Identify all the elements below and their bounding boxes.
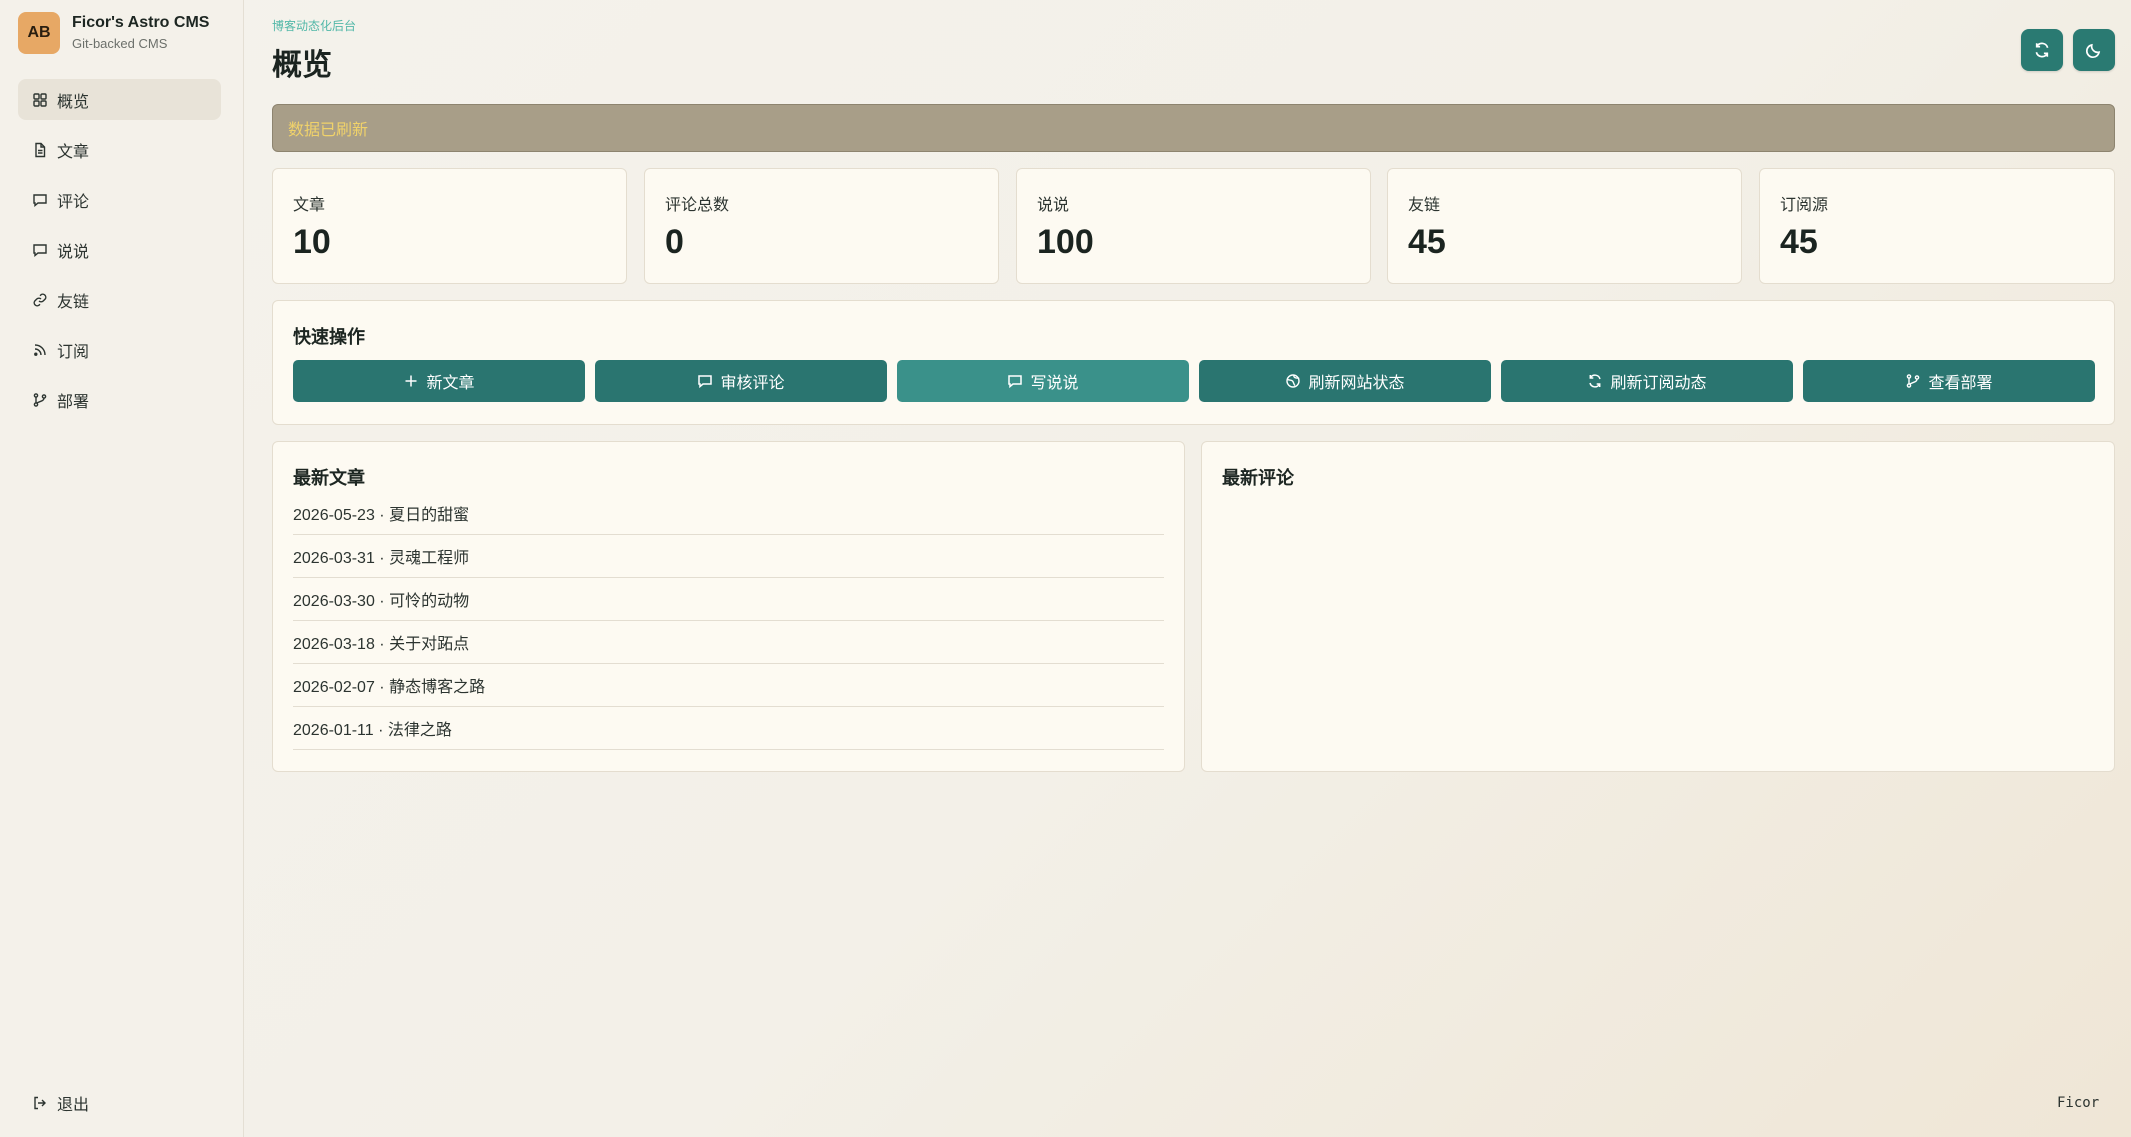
- sidebar-item-label: 文章: [57, 143, 90, 161]
- globe-icon: [1286, 374, 1301, 388]
- list-item[interactable]: 2026-02-07 · 静态博客之路: [293, 664, 1164, 707]
- stat-card-comments: 评论总数 0: [644, 168, 999, 284]
- logout-icon: [34, 1096, 46, 1109]
- logout-label: 退出: [57, 1096, 90, 1114]
- sidebar-item-moments[interactable]: 说说: [18, 229, 221, 270]
- latest-comments-title: 最新评论: [1222, 468, 1294, 488]
- git-branch-icon: [1907, 374, 1920, 388]
- stat-label: 友链: [1408, 197, 1441, 214]
- page-eyebrow: 博客动态化后台: [272, 19, 357, 33]
- stat-label: 订阅源: [1780, 197, 1829, 214]
- stat-value: 10: [293, 223, 331, 261]
- quick-actions-panel: 快速操作 新文章 审核评论 写说说 刷新网站状态 刷新订阅动态 查看部署: [272, 300, 2115, 425]
- footer-mark: Ficor: [2057, 1095, 2100, 1111]
- stat-card-moments: 说说 100: [1016, 168, 1371, 284]
- stat-value: 100: [1037, 223, 1094, 261]
- link-icon: [33, 293, 47, 306]
- comment-icon: [33, 193, 47, 207]
- sidebar-nav: 概览 文章 评论 说说 友链 订阅 部署: [18, 79, 221, 429]
- rss-icon: [34, 343, 46, 356]
- sidebar-item-posts[interactable]: 文章: [18, 129, 221, 170]
- refresh-icon: [2035, 42, 2049, 58]
- sidebar-item-subscriptions[interactable]: 订阅: [18, 329, 221, 370]
- avatar: AB: [18, 12, 60, 54]
- document-icon: [35, 142, 46, 157]
- git-branch-icon: [33, 392, 47, 407]
- status-toast: 数据已刷新: [272, 104, 2115, 152]
- review-comments-button[interactable]: 审核评论: [595, 360, 887, 402]
- moon-icon: [2085, 43, 2101, 59]
- sidebar-item-comments[interactable]: 评论: [18, 179, 221, 220]
- stat-value: 45: [1780, 223, 1818, 261]
- sidebar-item-overview[interactable]: 概览: [18, 79, 221, 120]
- latest-posts-title: 最新文章: [293, 468, 365, 488]
- stat-label: 文章: [293, 197, 326, 214]
- quick-actions-title: 快速操作: [293, 327, 365, 347]
- sidebar-item-label: 部署: [57, 393, 90, 411]
- brand: AB Ficor's Astro CMS Git-backed CMS: [18, 12, 209, 54]
- sidebar-item-deploy[interactable]: 部署: [18, 379, 221, 420]
- brand-title: Ficor's Astro CMS: [72, 14, 210, 31]
- stat-label: 评论总数: [665, 197, 730, 214]
- sidebar-item-label: 概览: [57, 93, 90, 111]
- write-moment-button[interactable]: 写说说: [897, 360, 1189, 402]
- stat-value: 0: [665, 223, 684, 261]
- stat-card-links: 友链 45: [1387, 168, 1742, 284]
- list-item[interactable]: 2026-03-18 · 关于对跖点: [293, 621, 1164, 664]
- plus-icon: [405, 375, 417, 387]
- refresh-button[interactable]: [2021, 29, 2063, 71]
- sidebar: AB Ficor's Astro CMS Git-backed CMS 概览 文…: [0, 0, 244, 1137]
- sidebar-item-label: 友链: [57, 293, 90, 311]
- stat-value: 45: [1408, 223, 1446, 261]
- list-item[interactable]: 2026-01-11 · 法律之路: [293, 707, 1164, 750]
- stat-card-posts: 文章 10: [272, 168, 627, 284]
- sidebar-item-label: 订阅: [57, 343, 90, 361]
- refresh-site-status-button[interactable]: 刷新网站状态: [1199, 360, 1491, 402]
- comment-icon: [33, 243, 47, 257]
- latest-posts-list: 2026-05-23 · 夏日的甜蜜 2026-03-31 · 灵魂工程师 20…: [293, 492, 1164, 750]
- latest-comments-panel: 最新评论: [1201, 441, 2115, 772]
- list-item[interactable]: 2026-03-30 · 可怜的动物: [293, 578, 1164, 621]
- page-title: 概览: [272, 49, 332, 82]
- theme-toggle-button[interactable]: [2073, 29, 2115, 71]
- comment-icon: [1008, 375, 1023, 389]
- view-deploy-button[interactable]: 查看部署: [1803, 360, 2095, 402]
- brand-subtitle: Git-backed CMS: [72, 36, 168, 51]
- refresh-feeds-button[interactable]: 刷新订阅动态: [1501, 360, 1793, 402]
- sidebar-item-label: 说说: [57, 243, 90, 261]
- new-post-button[interactable]: 新文章: [293, 360, 585, 402]
- comment-icon: [698, 375, 713, 389]
- list-item[interactable]: 2026-05-23 · 夏日的甜蜜: [293, 492, 1164, 535]
- list-item[interactable]: 2026-03-31 · 灵魂工程师: [293, 535, 1164, 578]
- sidebar-item-label: 评论: [57, 193, 90, 211]
- stat-label: 说说: [1037, 197, 1070, 214]
- sidebar-item-links[interactable]: 友链: [18, 279, 221, 320]
- dashboard-icon: [33, 92, 47, 107]
- refresh-icon: [1589, 374, 1602, 388]
- logout-button[interactable]: 退出: [18, 1082, 221, 1123]
- latest-posts-panel: 最新文章 2026-05-23 · 夏日的甜蜜 2026-03-31 · 灵魂工…: [272, 441, 1185, 772]
- stat-card-feeds: 订阅源 45: [1759, 168, 2115, 284]
